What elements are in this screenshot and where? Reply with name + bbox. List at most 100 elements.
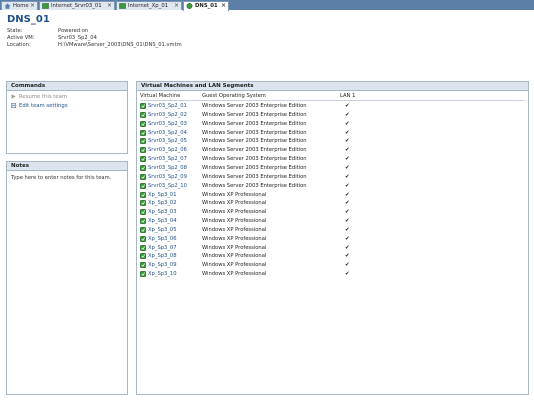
table-row[interactable]: Srvr03_Sp2_03 Windows Server 2003 Enterpr…: [140, 120, 530, 128]
vm-guest-os: Windows XP Professional: [202, 235, 267, 242]
vm-icon: [140, 244, 146, 251]
vm-guest-os: Windows Server 2003 Enterprise Edition: [202, 138, 307, 145]
vm-name[interactable]: Srvr03_Sp2_06: [148, 146, 187, 154]
table-row[interactable]: Srvr03_Sp2_05 Windows Server 2003 Enterpr…: [140, 137, 530, 145]
notes-title: Notes: [7, 162, 127, 171]
lan1-checkmark[interactable]: ✔: [345, 217, 350, 225]
tab-internet-xp[interactable]: Internet_Xp_01 ×: [116, 1, 182, 10]
vm-icon: [140, 147, 146, 154]
lan1-checkmark[interactable]: ✔: [345, 155, 350, 163]
resume-team-link[interactable]: Resume this team: [11, 94, 67, 100]
table-row[interactable]: Srvr03_Sp2_04 Windows Server 2003 Enterpr…: [140, 129, 530, 137]
vm-name[interactable]: Srvr03_Sp2_05: [148, 137, 187, 145]
close-icon[interactable]: ×: [174, 2, 179, 10]
lan1-checkmark[interactable]: ✔: [345, 270, 350, 278]
table-row[interactable]: Srvr03_Sp2_09 Windows Server 2003 Enterpr…: [140, 173, 530, 181]
lan1-checkmark[interactable]: ✔: [345, 111, 350, 119]
lan1-checkmark[interactable]: ✔: [345, 164, 350, 172]
table-row[interactable]: Srvr03_Sp2_07 Windows Server 2003 Enterpr…: [140, 155, 530, 163]
lan1-checkmark[interactable]: ✔: [345, 120, 350, 128]
lan1-checkmark[interactable]: ✔: [345, 191, 350, 199]
state-label: State:: [7, 28, 23, 34]
table-row[interactable]: Srvr03_Sp2_10 Windows Server 2003 Enterpr…: [140, 182, 530, 190]
table-row[interactable]: Xp_Sp3_04 Windows XP Professional ✔: [140, 217, 530, 225]
tab-home-label: Home: [13, 3, 29, 9]
table-row[interactable]: Srvr03_Sp2_08 Windows Server 2003 Enterpr…: [140, 164, 530, 172]
vm-name[interactable]: Xp_Sp3_09: [148, 261, 177, 269]
vm-name[interactable]: Xp_Sp3_07: [148, 244, 177, 252]
close-icon[interactable]: ×: [221, 2, 226, 10]
vm-name[interactable]: Srvr03_Sp2_08: [148, 164, 187, 172]
vm-name[interactable]: Srvr03_Sp2_10: [148, 182, 187, 190]
vm-name[interactable]: Srvr03_Sp2_01: [148, 102, 187, 110]
vm-guest-os: Windows Server 2003 Enterprise Edition: [202, 156, 307, 163]
vm-name[interactable]: Srvr03_Sp2_04: [148, 129, 187, 137]
table-row[interactable]: Xp_Sp3_01 Windows XP Professional ✔: [140, 191, 530, 199]
vm-icon: [140, 191, 146, 198]
vm-icon: [140, 120, 146, 127]
lan1-checkmark[interactable]: ✔: [345, 146, 350, 154]
lan1-checkmark[interactable]: ✔: [345, 199, 350, 207]
table-row[interactable]: Xp_Sp3_10 Windows XP Professional ✔: [140, 270, 530, 278]
table-row[interactable]: Xp_Sp3_03 Windows XP Professional ✔: [140, 208, 530, 216]
vm-name[interactable]: Xp_Sp3_01: [148, 191, 177, 199]
tab-dns-01-label: DNS_01: [195, 3, 218, 9]
column-lan1[interactable]: LAN 1: [340, 93, 355, 99]
vm-name[interactable]: Srvr03_Sp2_09: [148, 173, 187, 181]
lan1-checkmark[interactable]: ✔: [345, 235, 350, 243]
column-vm[interactable]: Virtual Machine: [140, 93, 180, 99]
lan1-checkmark[interactable]: ✔: [345, 102, 350, 110]
vm-name[interactable]: Srvr03_Sp2_07: [148, 155, 187, 163]
tab-home[interactable]: Home ×: [1, 1, 38, 10]
vm-name[interactable]: Xp_Sp3_06: [148, 235, 177, 243]
lan1-checkmark[interactable]: ✔: [345, 261, 350, 269]
table-row[interactable]: Srvr03_Sp2_02 Windows Server 2003 Enterpr…: [140, 111, 530, 119]
notes-panel[interactable]: Notes Type here to enter notes for this …: [6, 161, 128, 395]
vm-guest-os: Windows Server 2003 Enterprise Edition: [202, 103, 307, 109]
edit-team-settings-link[interactable]: Edit team settings: [11, 103, 68, 109]
table-row[interactable]: Xp_Sp3_08 Windows XP Professional ✔: [140, 252, 530, 260]
table-row[interactable]: Srvr03_Sp2_01 Windows Server 2003 Enterpr…: [140, 102, 530, 110]
vm-name[interactable]: Xp_Sp3_05: [148, 226, 177, 234]
vm-icon: [140, 226, 146, 233]
lan1-checkmark[interactable]: ✔: [345, 129, 350, 137]
table-row[interactable]: Xp_Sp3_02 Windows XP Professional ✔: [140, 199, 530, 207]
table-row[interactable]: Srvr03_Sp2_06 Windows Server 2003 Enterpr…: [140, 146, 530, 154]
column-os[interactable]: Guest Operating System: [202, 93, 266, 99]
vms-panel: Virtual Machines and LAN Segments Virtua…: [136, 81, 529, 395]
vm-name[interactable]: Xp_Sp3_08: [148, 252, 177, 260]
location-label: Location:: [7, 42, 31, 48]
commands-title: Commands: [7, 82, 127, 91]
lan1-checkmark[interactable]: ✔: [345, 252, 350, 260]
vm-icon: [140, 253, 146, 260]
vm-icon: [140, 103, 146, 109]
tab-internet-srvr03[interactable]: Internet_Srvr03_01 ×: [39, 1, 115, 10]
table-row[interactable]: Xp_Sp3_09 Windows XP Professional ✔: [140, 261, 530, 269]
table-row[interactable]: Xp_Sp3_06 Windows XP Professional ✔: [140, 235, 530, 243]
lan1-checkmark[interactable]: ✔: [345, 226, 350, 234]
vm-name[interactable]: Xp_Sp3_10: [148, 270, 177, 278]
lan1-checkmark[interactable]: ✔: [345, 208, 350, 216]
vm-name[interactable]: Xp_Sp3_02: [148, 199, 177, 207]
close-icon[interactable]: ×: [107, 2, 112, 10]
lan1-checkmark[interactable]: ✔: [345, 244, 350, 252]
table-row[interactable]: Xp_Sp3_07 Windows XP Professional ✔: [140, 244, 530, 252]
active-vm-label: Active VM:: [7, 35, 35, 41]
vm-icon: [140, 164, 146, 171]
vm-guest-os: Windows XP Professional: [202, 271, 267, 278]
vm-name[interactable]: Srvr03_Sp2_03: [148, 120, 187, 128]
lan1-checkmark[interactable]: ✔: [345, 182, 350, 190]
state-value: Powered on: [58, 28, 89, 34]
state-row: State: Powered on: [7, 28, 88, 34]
tab-dns-01[interactable]: DNS_01 ×: [183, 1, 229, 11]
notes-textarea[interactable]: Type here to enter notes for this team.: [11, 175, 111, 181]
vm-guest-os: Windows Server 2003 Enterprise Edition: [202, 182, 307, 189]
vm-name[interactable]: Srvr03_Sp2_02: [148, 111, 187, 119]
lan1-checkmark[interactable]: ✔: [345, 173, 350, 181]
vm-guest-os: Windows XP Professional: [202, 253, 267, 260]
close-icon[interactable]: ×: [30, 2, 35, 10]
table-row[interactable]: Xp_Sp3_05 Windows XP Professional ✔: [140, 226, 530, 234]
lan1-checkmark[interactable]: ✔: [345, 137, 350, 145]
vm-name[interactable]: Xp_Sp3_04: [148, 217, 177, 225]
vm-name[interactable]: Xp_Sp3_03: [148, 208, 177, 216]
